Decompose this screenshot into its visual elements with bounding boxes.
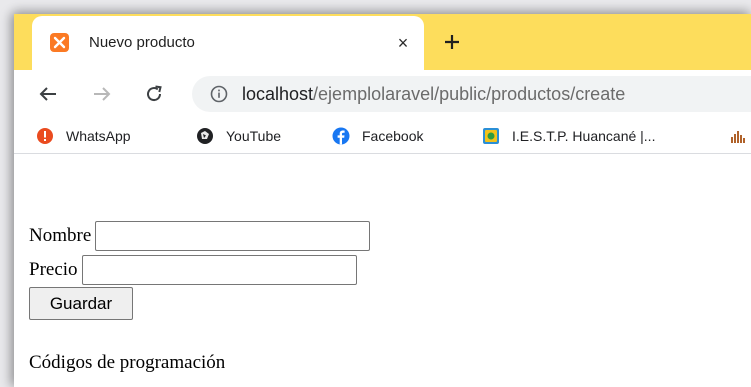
tab-strip: Nuevo producto × xyxy=(14,14,751,70)
bookmark-overflow[interactable] xyxy=(730,125,751,147)
bookmark-youtube[interactable]: YouTube xyxy=(196,125,281,147)
nombre-row: Nombre xyxy=(29,219,371,253)
address-bar[interactable]: localhost/ejemplolaravel/public/producto… xyxy=(192,76,751,112)
back-arrow-icon xyxy=(39,87,56,101)
plus-icon xyxy=(445,35,459,49)
page-content: Nombre Precio Guardar Códigos de program… xyxy=(14,154,751,387)
url-host: localhost xyxy=(242,84,314,104)
new-tab-button[interactable] xyxy=(438,28,466,56)
tab-title: Nuevo producto xyxy=(89,34,195,51)
reload-button[interactable] xyxy=(140,80,168,108)
tab-nuevo-producto[interactable]: Nuevo producto × xyxy=(32,16,424,70)
xampp-icon xyxy=(50,33,69,52)
precio-row: Precio xyxy=(29,253,357,287)
back-button[interactable] xyxy=(34,80,62,108)
save-button[interactable]: Guardar xyxy=(29,287,133,320)
forward-arrow-icon xyxy=(94,87,111,101)
nombre-input[interactable] xyxy=(95,221,371,251)
browser-window: Nuevo producto × localhost/ejemplolarave… xyxy=(14,14,751,387)
info-icon[interactable] xyxy=(210,85,228,103)
nombre-label: Nombre xyxy=(29,225,92,246)
iestp-icon xyxy=(483,128,499,144)
precio-label: Precio xyxy=(29,259,78,280)
bookmark-overflow-icon xyxy=(731,131,745,143)
reload-icon xyxy=(147,85,162,102)
bookmark-whatsapp[interactable]: WhatsApp xyxy=(36,125,131,147)
bookmark-iestp[interactable]: I.E.S.T.P. Huancané |... xyxy=(482,125,655,147)
url-path: /ejemplolaravel/public/productos/create xyxy=(313,84,626,104)
url-text: localhost/ejemplolaravel/public/producto… xyxy=(242,83,625,105)
precio-input[interactable] xyxy=(81,255,357,285)
whatsapp-icon xyxy=(37,128,53,144)
footer-text: Códigos de programación xyxy=(29,352,226,373)
tab-close-icon[interactable]: × xyxy=(392,32,414,54)
forward-button[interactable] xyxy=(88,80,116,108)
bookmark-facebook[interactable]: Facebook xyxy=(332,125,423,147)
youtube-icon xyxy=(197,128,213,144)
bookmarks-bar: WhatsApp YouTube Facebook I.E.S.T.P. Hua… xyxy=(14,118,751,154)
browser-toolbar: localhost/ejemplolaravel/public/producto… xyxy=(14,70,751,118)
facebook-icon xyxy=(332,127,350,145)
